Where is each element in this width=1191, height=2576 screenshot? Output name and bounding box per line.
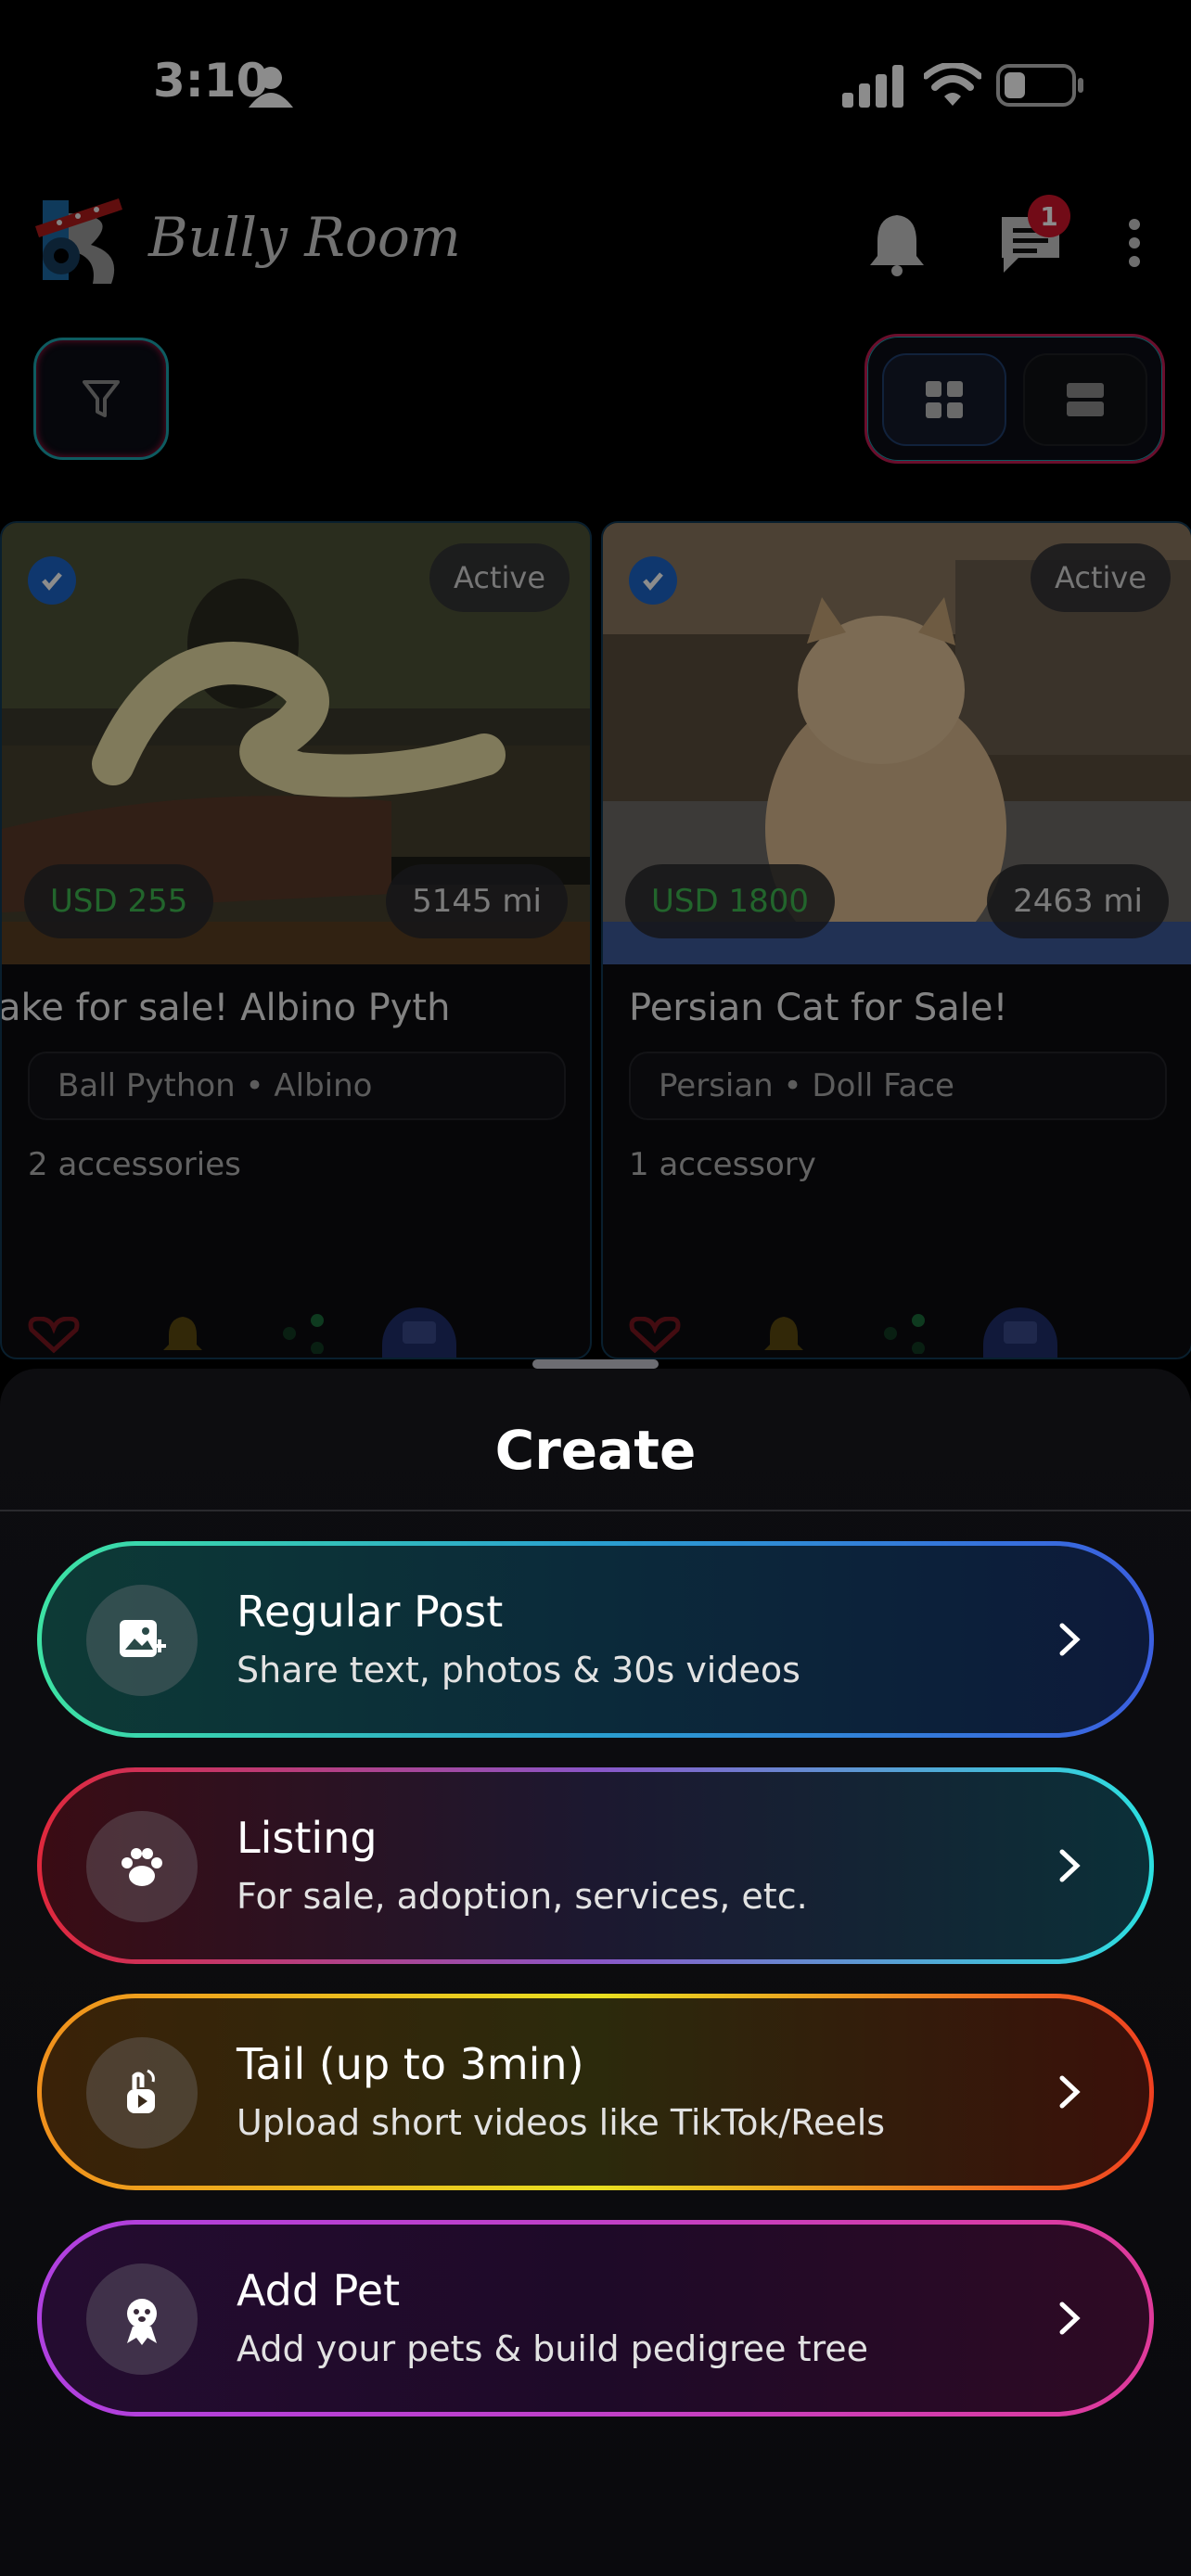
chevron-right-icon	[1059, 2302, 1081, 2335]
option-subtitle: Upload short videos like TikTok/Reels	[237, 2102, 886, 2143]
pet-badge-icon	[86, 2264, 198, 2375]
listing-option[interactable]: Listing For sale, adoption, services, et…	[37, 1767, 1154, 1964]
image-add-icon	[86, 1585, 198, 1696]
regular-post-option[interactable]: Regular Post Share text, photos & 30s vi…	[37, 1541, 1154, 1738]
tail-option[interactable]: Tail (up to 3min) Upload short videos li…	[37, 1994, 1154, 2190]
video-hand-icon	[86, 2037, 198, 2149]
sheet-divider	[0, 1510, 1191, 1511]
chevron-right-icon	[1059, 1623, 1081, 1656]
option-title: Add Pet	[237, 2265, 401, 2315]
option-subtitle: For sale, adoption, services, etc.	[237, 1876, 808, 1917]
sheet-drag-handle[interactable]	[532, 1359, 659, 1369]
option-title: Listing	[237, 1813, 378, 1863]
paw-icon	[86, 1811, 198, 1922]
chevron-right-icon	[1059, 1849, 1081, 1882]
sheet-title: Create	[494, 1419, 697, 1482]
add-pet-option[interactable]: Add Pet Add your pets & build pedigree t…	[37, 2220, 1154, 2417]
chevron-right-icon	[1059, 2075, 1081, 2109]
option-subtitle: Share text, photos & 30s videos	[237, 1650, 800, 1690]
option-subtitle: Add your pets & build pedigree tree	[237, 2328, 869, 2369]
option-title: Regular Post	[237, 1587, 504, 1637]
option-title: Tail (up to 3min)	[237, 2039, 584, 2089]
